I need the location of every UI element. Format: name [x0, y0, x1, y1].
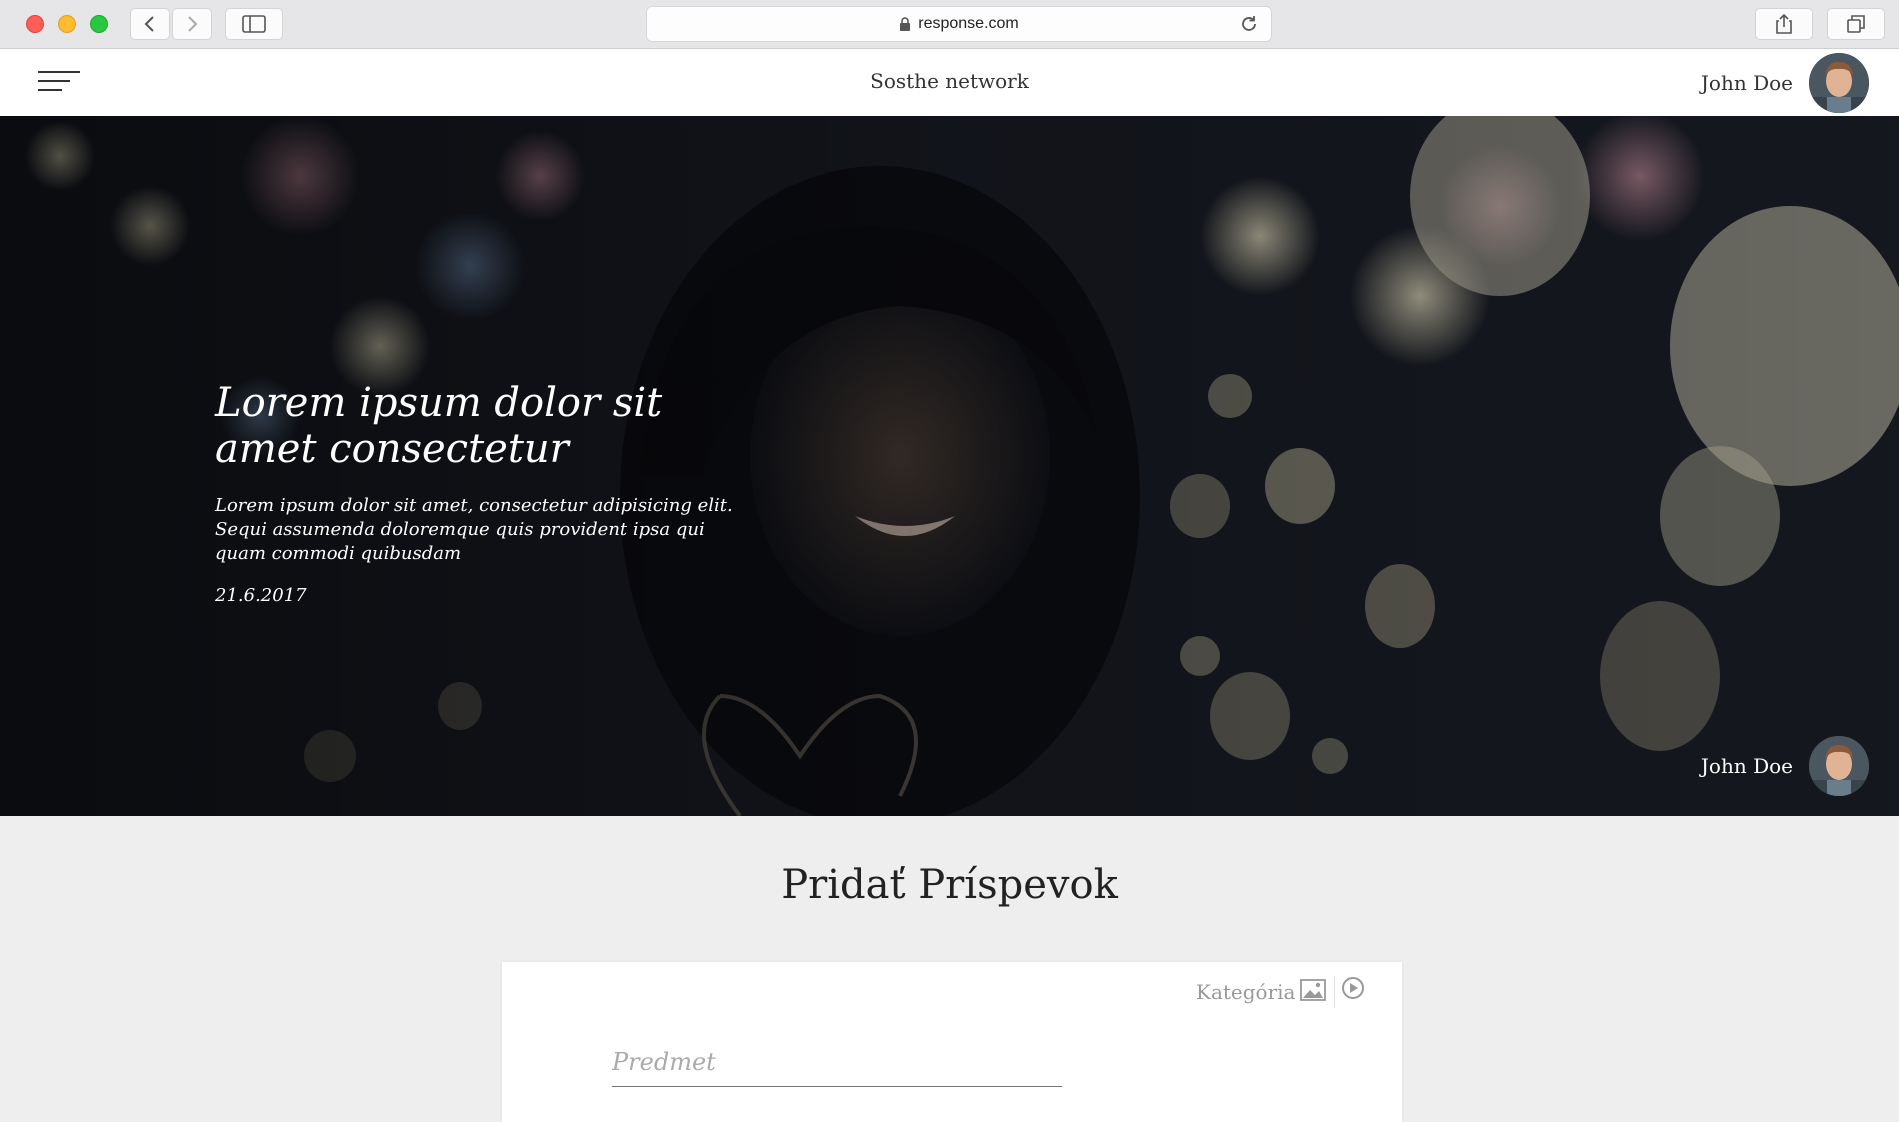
chevron-right-icon [188, 16, 198, 32]
icon-divider [1334, 976, 1335, 1008]
brand-title[interactable]: Sosthe network [870, 69, 1029, 93]
image-icon[interactable] [1300, 979, 1326, 1001]
hero-title: Lorem ipsum dolor sit amet consectetur [215, 380, 663, 472]
compose-card: Kategória [502, 962, 1402, 1122]
site-navbar: Sosthe network John Doe [0, 49, 1899, 116]
subject-input[interactable] [612, 1038, 1062, 1087]
hero-date: 21.6.2017 [215, 585, 307, 606]
address-bar[interactable]: response.com [646, 6, 1272, 42]
reload-icon[interactable] [1239, 14, 1259, 34]
sidebar-toggle-button[interactable] [225, 8, 283, 40]
tabs-icon [1847, 15, 1865, 33]
hamburger-menu-icon[interactable] [38, 66, 82, 96]
sidebar-icon [242, 15, 266, 33]
share-icon [1776, 13, 1792, 34]
url-text: response.com [918, 15, 1019, 32]
user-menu[interactable]: John Doe [1701, 53, 1869, 113]
compose-heading: Pridať Príspevok [781, 862, 1118, 908]
play-circle-icon[interactable] [1341, 976, 1365, 1000]
avatar[interactable] [1809, 53, 1869, 113]
maximize-window-button[interactable] [90, 15, 108, 33]
hero-banner: Lorem ipsum dolor sit amet consectetur L… [0, 116, 1899, 816]
category-selector[interactable]: Kategória [1196, 980, 1295, 1004]
browser-toolbar: response.com [0, 0, 1899, 49]
hero-author[interactable]: John Doe [1701, 736, 1869, 796]
share-button[interactable] [1755, 8, 1813, 40]
close-window-button[interactable] [26, 15, 44, 33]
back-button[interactable] [130, 8, 170, 40]
chevron-left-icon [144, 16, 154, 32]
author-avatar[interactable] [1809, 736, 1869, 796]
minimize-window-button[interactable] [58, 15, 76, 33]
author-name: John Doe [1700, 754, 1793, 778]
user-name: John Doe [1700, 71, 1793, 95]
lock-icon [900, 16, 911, 31]
hero-subtitle: Lorem ipsum dolor sit amet, consectetur … [215, 495, 733, 564]
forward-button[interactable] [172, 8, 212, 40]
tabs-button[interactable] [1827, 8, 1885, 40]
